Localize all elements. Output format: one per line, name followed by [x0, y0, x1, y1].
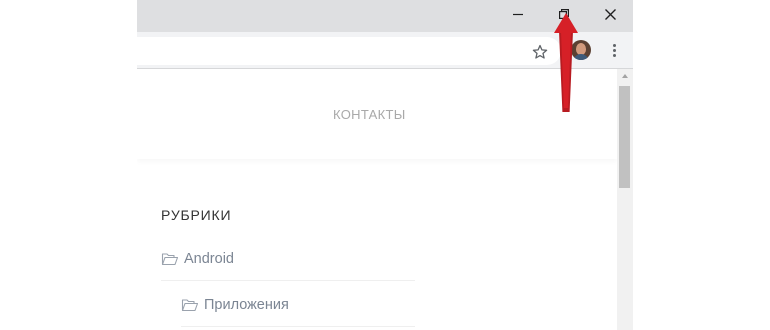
address-bar[interactable]: [137, 37, 561, 65]
restore-down-icon: [559, 9, 569, 19]
avatar-shirt: [573, 54, 589, 60]
minimize-icon: [513, 13, 523, 16]
page-content: КОНТАКТЫ РУБРИКИ Android Приложения: [137, 69, 617, 330]
folder-open-icon: [161, 251, 179, 267]
menu-dot: [612, 48, 616, 52]
nav-link-contacts[interactable]: КОНТАКТЫ: [333, 107, 406, 122]
scrollbar-thumb[interactable]: [619, 86, 630, 188]
minimize-button[interactable]: [495, 0, 541, 28]
menu-dot: [612, 43, 616, 47]
browser-toolbar: [137, 32, 633, 69]
folder-open-icon: [181, 297, 199, 313]
sidebar-title: РУБРИКИ: [161, 207, 232, 223]
bookmark-star-button[interactable]: [529, 41, 551, 63]
avatar[interactable]: [571, 40, 591, 60]
menu-dot: [612, 53, 616, 57]
browser-window: КОНТАКТЫ РУБРИКИ Android Приложения: [137, 0, 633, 330]
site-navigation: КОНТАКТЫ: [137, 69, 617, 159]
title-bar: [137, 0, 633, 32]
restore-down-button[interactable]: [541, 0, 587, 28]
category-link-android[interactable]: Android: [161, 238, 415, 281]
close-icon: [604, 8, 616, 20]
category-link-apps[interactable]: Приложения: [181, 284, 415, 327]
scroll-up-arrow-icon[interactable]: [622, 74, 628, 78]
close-button[interactable]: [587, 0, 633, 28]
vertical-scrollbar[interactable]: [617, 69, 633, 330]
star-icon: [532, 44, 548, 59]
category-label: Приложения: [204, 297, 289, 313]
category-label: Android: [184, 251, 234, 267]
three-dots-menu-icon[interactable]: [603, 38, 625, 62]
